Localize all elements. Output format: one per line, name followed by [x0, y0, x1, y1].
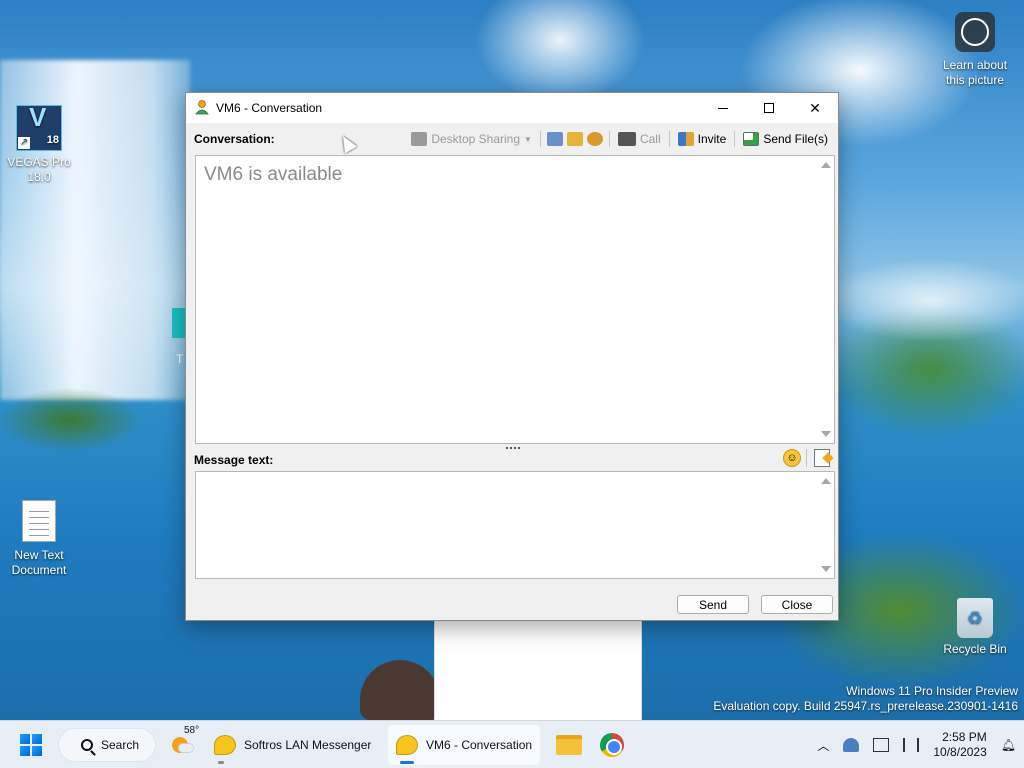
minimize-icon [718, 107, 728, 109]
volume-muted-icon[interactable] [903, 738, 920, 752]
send-files-label: Send File(s) [763, 132, 828, 146]
settings-gear-icon[interactable] [586, 132, 603, 146]
taskbar: Search 58° Softros LAN Messenger VM6 - C… [0, 720, 1024, 768]
invite-button[interactable]: Invite [676, 128, 729, 150]
toolbar-separator [734, 131, 736, 147]
weather-widget[interactable]: 58° [170, 725, 200, 759]
pane-splitter-handle[interactable] [506, 447, 520, 450]
close-button[interactable]: Close [761, 595, 833, 614]
conversation-toolbar: Desktop Sharing ▼ Call Invite Send File(… [409, 128, 830, 150]
send-button[interactable]: Send [677, 595, 749, 614]
shortcut-arrow-icon: ↗ [18, 137, 30, 149]
contact-status-text: VM6 is available [204, 164, 343, 185]
network-icon[interactable] [873, 738, 890, 752]
folder-icon [556, 735, 582, 755]
desktop-icon-label: VEGAS Pro 18.0 [7, 155, 71, 184]
scroll-down-icon[interactable] [821, 566, 831, 572]
desktop-icon-label: Learn about this picture [942, 58, 1008, 87]
partial-desktop-icon[interactable] [172, 308, 186, 338]
desktop-sharing-label: Desktop Sharing [431, 132, 521, 146]
wallpaper-cliff [0, 380, 190, 460]
scroll-up-icon[interactable] [821, 478, 831, 484]
desktop-sharing-button[interactable]: Desktop Sharing ▼ [409, 128, 534, 150]
weather-cloud-icon [178, 743, 194, 753]
invite-users-icon [677, 132, 694, 146]
desktop-icon-new-text-document[interactable]: New Text Document [3, 500, 75, 578]
taskbar-clock[interactable]: 2:58 PM 10/8/2023 [933, 730, 986, 760]
scroll-up-icon[interactable] [821, 162, 831, 168]
conversation-window[interactable]: VM6 - Conversation ✕ Conversation: Deskt… [185, 92, 839, 621]
system-tray: ︿ 2:58 PM 10/8/2023 🔔︎ [817, 721, 1016, 768]
invite-label: Invite [697, 132, 727, 146]
contact-info-icon[interactable] [566, 132, 583, 146]
active-indicator [400, 761, 414, 764]
recycle-bin-icon: ♻ [957, 598, 993, 638]
chevron-up-icon[interactable]: ︿ [817, 737, 829, 754]
message-text-label: Message text: [194, 453, 274, 467]
background-window[interactable] [434, 620, 642, 720]
conversation-scrollbar[interactable] [818, 156, 834, 443]
softros-messenger-icon [214, 735, 236, 755]
clock-date: 10/8/2023 [933, 745, 987, 759]
taskbar-app-label: VM6 - Conversation [426, 738, 533, 752]
running-indicator [218, 761, 224, 764]
search-icon [81, 739, 93, 751]
minimize-button[interactable] [700, 93, 746, 123]
send-files-button[interactable]: Send File(s) [741, 128, 830, 150]
partial-desktop-icon-label: T [176, 352, 184, 366]
window-title: VM6 - Conversation [216, 101, 323, 115]
desktop-icon-recycle-bin[interactable]: ♻ Recycle Bin [938, 598, 1012, 657]
text-document-icon [22, 500, 56, 542]
maximize-icon [764, 103, 774, 113]
taskbar-app-chrome[interactable] [592, 725, 632, 765]
conversation-history[interactable]: VM6 is available [195, 155, 835, 444]
taskbar-app-file-explorer[interactable] [548, 725, 590, 765]
close-icon: ✕ [809, 99, 821, 116]
desktop-icon-vegas-pro[interactable]: V 18 ↗ VEGAS Pro 18.0 [3, 104, 75, 185]
message-scrollbar[interactable] [818, 472, 834, 578]
weather-temperature: 58° [184, 725, 200, 736]
taskbar-app-label: Softros LAN Messenger [244, 738, 372, 752]
taskbar-app-vm6-conversation[interactable]: VM6 - Conversation [388, 725, 541, 765]
windows-watermark: Windows 11 Pro Insider Preview Evaluatio… [713, 684, 1018, 714]
toolbar-separator [608, 131, 610, 147]
scroll-down-icon[interactable] [821, 431, 831, 437]
toolbar-separator [806, 449, 807, 467]
desktop-icon-label: Recycle Bin [943, 642, 1007, 656]
title-bar[interactable]: VM6 - Conversation ✕ [186, 93, 838, 123]
watermark-line: Evaluation copy. Build 25947.rs_prerelea… [713, 699, 1018, 713]
toolbar-separator [539, 131, 541, 147]
taskbar-search[interactable]: Search [58, 728, 156, 762]
windows-logo-icon [20, 734, 30, 744]
wallpaper-rock [360, 660, 440, 720]
video-camera-icon [617, 132, 636, 146]
chevron-down-icon: ▼ [524, 134, 532, 144]
search-label: Search [101, 738, 140, 752]
call-button[interactable]: Call [616, 128, 663, 150]
close-window-button[interactable]: ✕ [792, 93, 838, 123]
desktop-icon-label: New Text Document [11, 548, 67, 577]
user-icon [195, 100, 209, 115]
emoji-icon[interactable]: ☺ [783, 449, 801, 467]
start-button[interactable] [20, 734, 42, 756]
history-book-icon[interactable] [546, 132, 563, 146]
clock-time: 2:58 PM [942, 730, 987, 744]
desktop-sharing-icon [411, 132, 428, 146]
toolbar-separator [668, 131, 670, 147]
watermark-line: Windows 11 Pro Insider Preview [846, 684, 1018, 698]
call-label: Call [639, 132, 661, 146]
onedrive-icon[interactable] [843, 738, 860, 752]
text-format-icon[interactable] [814, 449, 830, 467]
softros-messenger-icon [396, 735, 418, 755]
maximize-button[interactable] [746, 93, 792, 123]
taskbar-app-softros-messenger[interactable]: Softros LAN Messenger [206, 725, 379, 765]
message-input[interactable] [195, 471, 835, 579]
desktop-icon-learn-about-picture[interactable]: Learn about this picture [938, 12, 1012, 88]
vegas-pro-icon: V 18 ↗ [16, 104, 62, 151]
chrome-icon [600, 733, 624, 757]
send-file-icon [743, 132, 760, 146]
notification-bell-icon[interactable]: 🔔︎ [1001, 738, 1016, 752]
conversation-label: Conversation: [194, 132, 275, 146]
camera-location-icon [955, 12, 995, 52]
